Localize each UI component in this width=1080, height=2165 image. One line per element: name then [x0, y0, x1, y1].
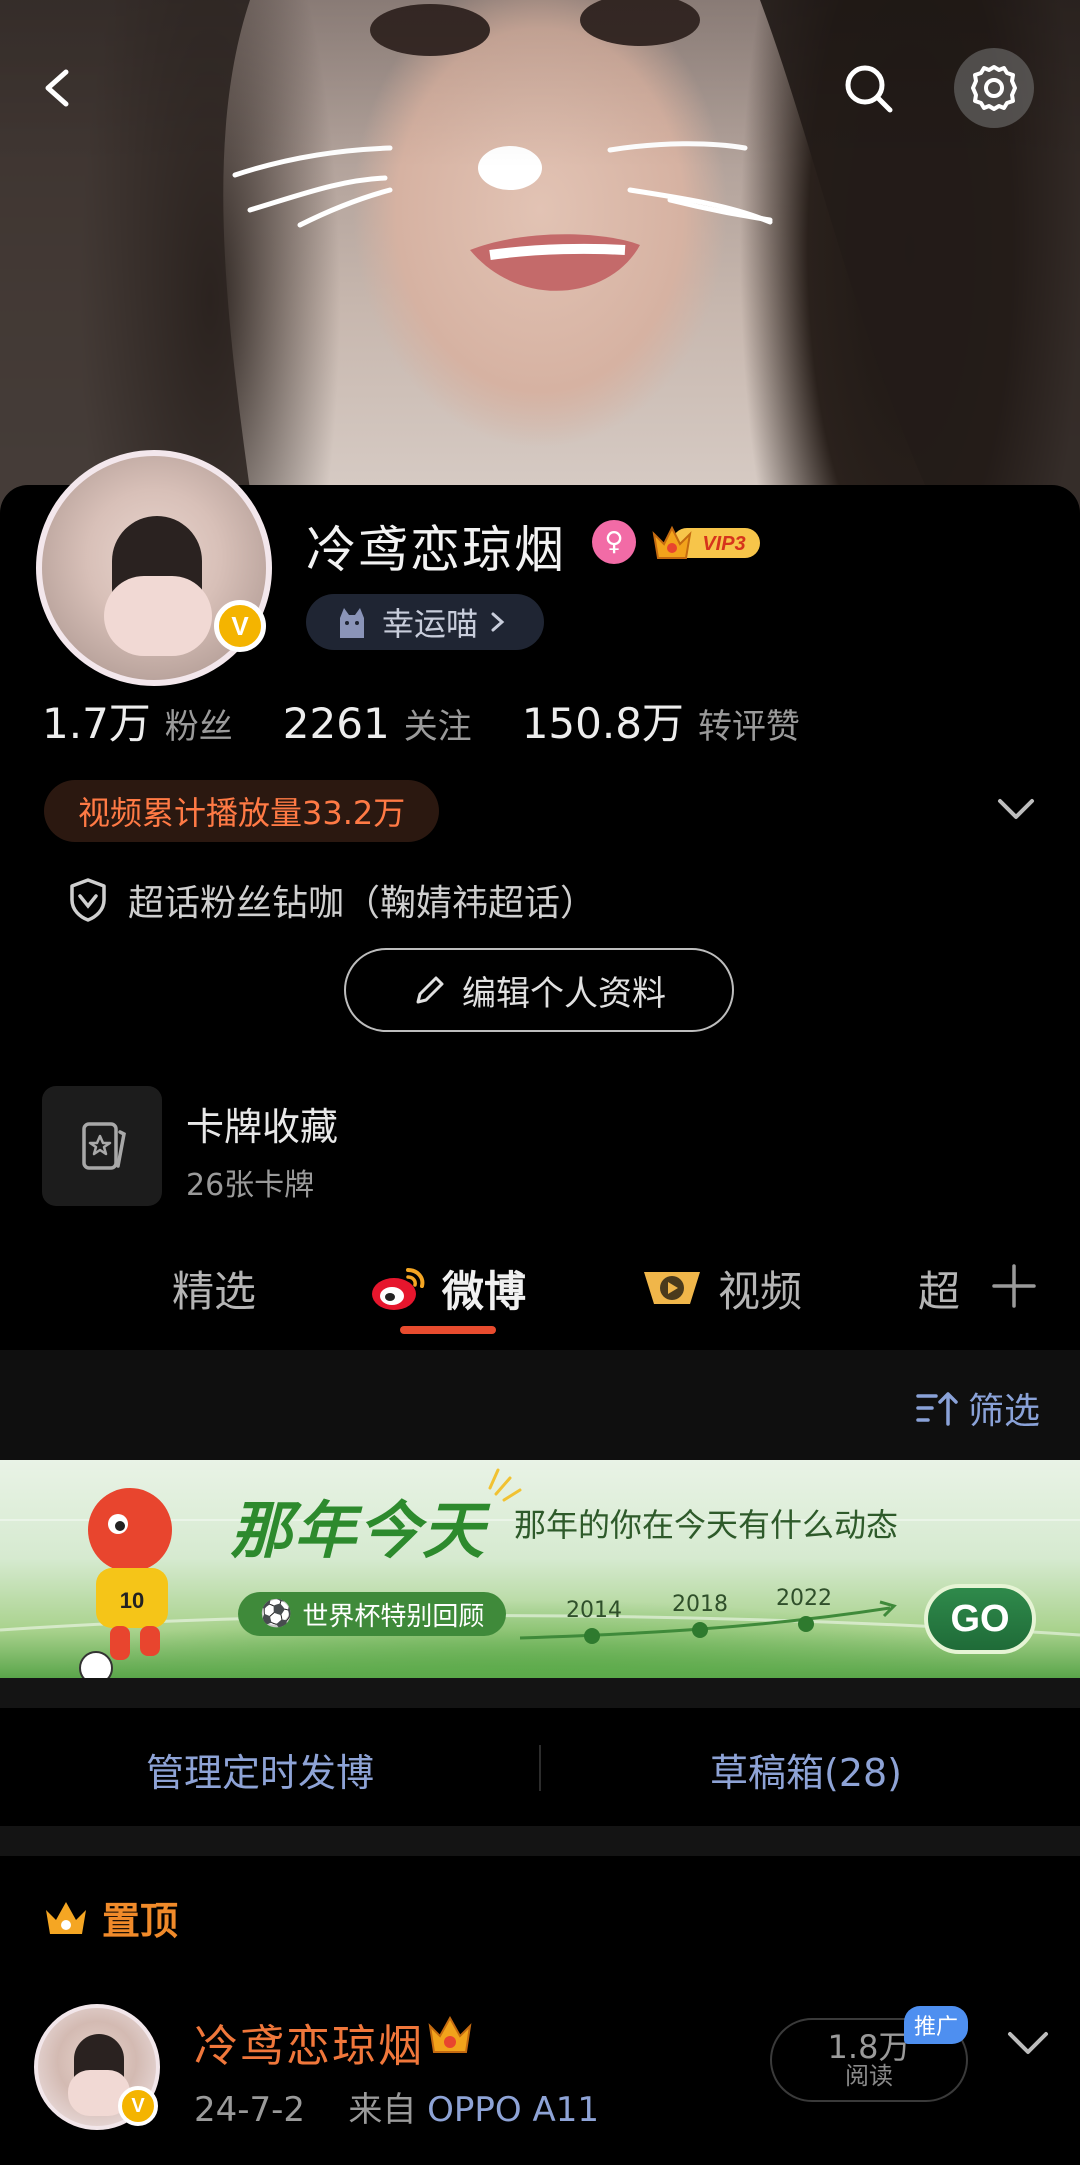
chevron-left-icon	[45, 69, 69, 107]
filter-sort-icon	[916, 1392, 958, 1426]
interactions-count[interactable]: 150.8万	[522, 690, 684, 751]
post-date: 24-7-2	[194, 2090, 306, 2130]
expand-chevron-down-icon[interactable]	[996, 793, 1036, 825]
shield-icon	[70, 878, 106, 922]
card-collection-count: 26张卡牌	[186, 1168, 315, 1203]
world-cup-review-pill: ⚽ 世界杯特别回顾	[238, 1592, 507, 1636]
crown-icon	[46, 1901, 86, 1934]
following-label[interactable]: 关注	[404, 699, 472, 748]
post-device[interactable]: OPPO A11	[427, 2090, 599, 2130]
chevron-right-icon	[491, 612, 505, 632]
search-icon	[845, 65, 893, 113]
search-button[interactable]	[832, 52, 904, 124]
action-divider	[539, 1745, 541, 1791]
banner-title: 那年今天	[230, 1494, 487, 1567]
banner-go-button[interactable]: GO	[924, 1584, 1036, 1654]
video-icon	[644, 1271, 700, 1304]
tab-super-topic-label: 超	[918, 1267, 961, 1316]
tab-video-label: 视频	[718, 1267, 803, 1316]
lucky-cat-button[interactable]: 幸运喵	[306, 594, 544, 650]
profile-tabs: 精选 微博 视频 超	[0, 1240, 1080, 1350]
tab-featured-label: 精选	[172, 1267, 257, 1316]
super-topic-row[interactable]: 超话粉丝钻咖（鞠婧祎超话）	[66, 874, 596, 926]
active-tab-indicator	[400, 1326, 496, 1334]
edit-profile-button[interactable]: 编辑个人资料	[344, 948, 734, 1032]
drafts-button[interactable]: 草稿箱(28)	[710, 1742, 902, 1797]
cat-icon	[340, 608, 364, 638]
filter-button[interactable]: 筛选	[914, 1382, 1040, 1434]
lucky-label: 幸运喵	[382, 605, 479, 643]
post-menu-chevron-down-icon[interactable]	[1006, 2026, 1050, 2060]
tab-video[interactable]: 视频	[640, 1258, 802, 1319]
card-collection-title[interactable]: 卡牌收藏	[186, 1096, 338, 1151]
weibo-logo-icon	[372, 1267, 425, 1310]
read-count-value: 1.8万	[827, 2027, 911, 2066]
following-count[interactable]: 2261	[283, 699, 390, 748]
pinned-header: 置顶	[42, 1890, 178, 1945]
female-gender-icon: ♀	[592, 520, 636, 564]
verified-badge-icon: V	[214, 600, 266, 652]
profile-stats: 1.7万 粉丝 2261 关注 150.8万 转评赞	[42, 690, 850, 751]
tab-weibo-label: 微博	[442, 1267, 527, 1316]
promote-badge[interactable]: 推广	[904, 2006, 968, 2044]
year-label: 2018	[672, 1592, 728, 1617]
add-tab-plus-icon[interactable]	[990, 1262, 1038, 1310]
super-topic-label: 超话粉丝钻咖（鞠婧祎超话）	[128, 883, 597, 924]
read-count-label: 阅读	[845, 2062, 893, 2091]
mascot-jersey-number: 10	[120, 1588, 144, 1613]
post-author-name[interactable]: 冷鸢恋琼烟	[194, 2010, 424, 2074]
section-divider	[0, 1678, 1080, 1708]
edit-profile-label: 编辑个人资料	[462, 973, 666, 1014]
followers-label[interactable]: 粉丝	[165, 699, 233, 748]
back-button[interactable]	[22, 52, 94, 124]
card-collection-thumbnail[interactable]	[42, 1086, 162, 1206]
section-divider	[0, 1826, 1080, 1856]
banner-pill-label: 世界杯特别回顾	[302, 1601, 485, 1632]
settings-button[interactable]	[954, 48, 1034, 128]
banner-subtitle: 那年的你在今天有什么动态	[514, 1506, 899, 1544]
profile-name: 冷鸢恋琼烟	[306, 521, 566, 579]
pencil-icon	[416, 976, 444, 1004]
vip-crown-icon	[428, 2015, 472, 2053]
post-source-label: 来自	[348, 2090, 417, 2130]
tab-weibo[interactable]: 微博	[368, 1258, 526, 1319]
tab-super-topic[interactable]: 超	[918, 1258, 960, 1319]
soccer-ball-icon: ⚽	[260, 1599, 293, 1629]
video-play-count-badge[interactable]: 视频累计播放量33.2万	[44, 780, 440, 842]
manage-scheduled-posts-button[interactable]: 管理定时发博	[146, 1742, 374, 1797]
verified-badge-icon: V	[118, 2086, 158, 2126]
banner-stadium-background: 10	[0, 1468, 1080, 1678]
followers-count[interactable]: 1.7万	[42, 690, 151, 751]
gear-icon	[971, 65, 1017, 111]
on-this-day-banner[interactable]: 10 那年今天 那年的你在今天有什么动态 ⚽ 世界杯特别回顾 2014 2018…	[0, 1460, 1080, 1678]
year-label: 2022	[776, 1586, 832, 1611]
avatar-sweater	[104, 576, 212, 656]
pinned-label: 置顶	[102, 1899, 179, 1943]
vip-label: VIP3	[702, 533, 745, 555]
post-author-name-text: 冷鸢恋琼烟	[194, 2021, 424, 2072]
year-label: 2014	[566, 1598, 622, 1623]
card-icon	[82, 1122, 126, 1170]
vip-badge[interactable]: VIP3	[650, 520, 762, 564]
post-meta: 24-7-2 来自 OPPO A11	[194, 2082, 599, 2131]
filter-label: 筛选	[968, 1391, 1041, 1432]
interactions-label[interactable]: 转评赞	[698, 699, 800, 748]
tab-featured[interactable]: 精选	[172, 1258, 256, 1319]
